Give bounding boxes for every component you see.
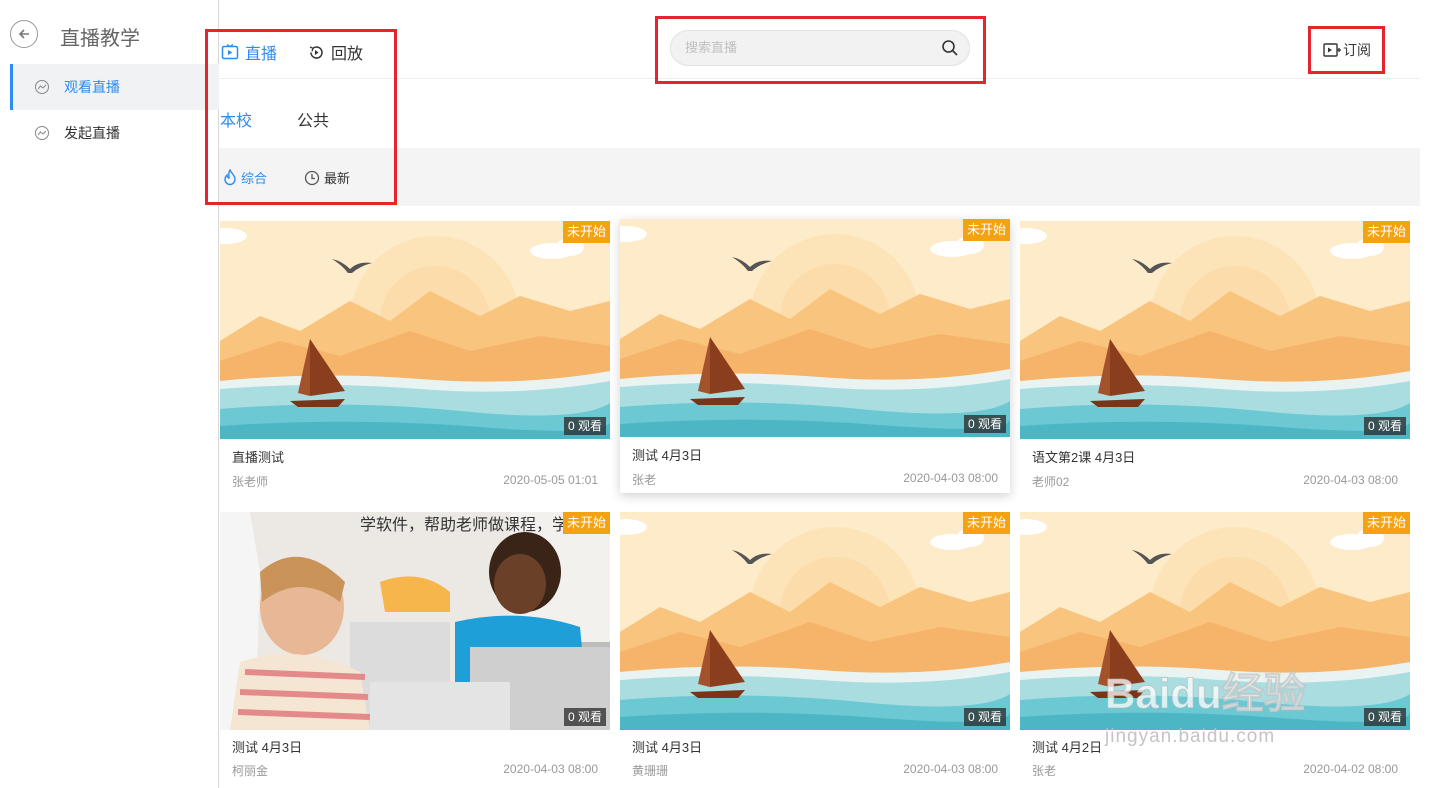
sidebar-item-watch-live[interactable]: 观看直播 (10, 64, 219, 110)
arrow-left-icon (18, 29, 29, 39)
card-thumbnail[interactable]: 未开始 0 观看 (220, 221, 610, 439)
status-badge: 未开始 (1362, 221, 1410, 243)
status-badge: 未开始 (562, 512, 610, 534)
live-card[interactable]: 学软件，帮助老师做课程，学生学得更多教 未开始 0 观看 测试 4月3日 柯丽金… (220, 512, 610, 788)
subscribe-icon (1323, 43, 1341, 57)
view-count: 0 观看 (963, 415, 1006, 433)
search-input[interactable] (683, 39, 937, 56)
live-card[interactable]: 未开始 0 观看 测试 4月3日 张老 2020-04-03 08:00 (620, 219, 1010, 493)
tab-live[interactable]: 直播 (221, 40, 277, 64)
card-thumbnail[interactable]: 未开始 0 观看 (620, 219, 1010, 437)
tab-school[interactable]: 本校 (220, 107, 252, 131)
view-count: 0 观看 (563, 417, 606, 435)
sidebar-item-label: 发起直播 (64, 125, 120, 141)
card-teacher: 老师02 (1032, 475, 1070, 489)
live-circle-icon (35, 80, 49, 94)
card-title: 直播测试 (232, 450, 285, 465)
status-badge: 未开始 (962, 512, 1010, 534)
search-icon[interactable] (941, 39, 959, 57)
sidebar-item-label: 观看直播 (64, 79, 120, 95)
card-date: 2020-05-05 01:01 (503, 473, 598, 487)
card-date: 2020-04-02 08:00 (1303, 762, 1398, 776)
sidebar: 直播教学 观看直播 发起直播 (0, 0, 219, 788)
replay-icon (309, 45, 323, 59)
card-thumbnail[interactable]: 未开始 0 观看 (620, 512, 1010, 730)
live-card[interactable]: 未开始 0 观看 测试 4月3日 黄珊珊 2020-04-03 08:00 (620, 512, 1010, 788)
card-title: 测试 4月2日 (1032, 740, 1103, 755)
back-button[interactable] (10, 20, 38, 48)
subscribe-button[interactable]: 订阅 (1323, 40, 1371, 60)
sort-label: 综合 (241, 171, 268, 186)
live-tv-icon (221, 43, 239, 60)
app-title: 直播教学 (60, 28, 140, 50)
subscribe-label: 订阅 (1343, 42, 1371, 58)
view-count: 0 观看 (563, 708, 606, 726)
sidebar-item-start-live[interactable]: 发起直播 (10, 110, 219, 156)
card-title: 测试 4月3日 (232, 740, 303, 755)
header-divider (219, 78, 1420, 79)
live-card[interactable]: 未开始 0 观看 测试 4月2日 张老 2020-04-02 08:00 (1020, 512, 1410, 788)
flame-icon (224, 169, 236, 186)
live-card[interactable]: 未开始 0 观看 直播测试 张老师 2020-05-05 01:01 (220, 221, 610, 501)
tab-label: 直播 (245, 46, 278, 63)
search-box[interactable] (670, 30, 970, 66)
card-date: 2020-04-03 08:00 (903, 471, 998, 485)
tab-label: 回放 (331, 46, 364, 63)
live-circle-icon (35, 126, 49, 140)
card-teacher: 柯丽金 (232, 764, 269, 778)
status-badge: 未开始 (562, 221, 610, 243)
sort-newest[interactable]: 最新 (304, 168, 350, 187)
card-thumbnail[interactable]: 未开始 0 观看 (1020, 512, 1410, 730)
card-title: 测试 4月3日 (632, 448, 703, 463)
card-title: 语文第2课 4月3日 (1032, 450, 1136, 465)
status-badge: 未开始 (962, 219, 1010, 241)
card-teacher: 张老 (632, 473, 657, 487)
card-thumbnail[interactable]: 学软件，帮助老师做课程，学生学得更多教 未开始 0 观看 (220, 512, 610, 730)
filter-bar (219, 148, 1420, 206)
card-teacher: 张老师 (232, 475, 269, 489)
sort-comprehensive[interactable]: 综合 (223, 168, 267, 187)
card-title: 测试 4月3日 (632, 740, 703, 755)
card-date: 2020-04-03 08:00 (1303, 473, 1398, 487)
status-badge: 未开始 (1362, 512, 1410, 534)
sort-label: 最新 (324, 171, 351, 186)
card-date: 2020-04-03 08:00 (903, 762, 998, 776)
view-count: 0 观看 (1363, 417, 1406, 435)
live-card[interactable]: 未开始 0 观看 语文第2课 4月3日 老师02 2020-04-03 08:0… (1020, 221, 1410, 501)
card-date: 2020-04-03 08:00 (503, 762, 598, 776)
tab-public[interactable]: 公共 (297, 107, 329, 131)
card-teacher: 黄珊珊 (632, 764, 669, 778)
card-teacher: 张老 (1032, 764, 1057, 778)
tab-replay[interactable]: 回放 (308, 40, 363, 64)
view-count: 0 观看 (963, 708, 1006, 726)
clock-icon (304, 170, 320, 185)
card-thumbnail[interactable]: 未开始 0 观看 (1020, 221, 1410, 439)
view-count: 0 观看 (1363, 708, 1406, 726)
